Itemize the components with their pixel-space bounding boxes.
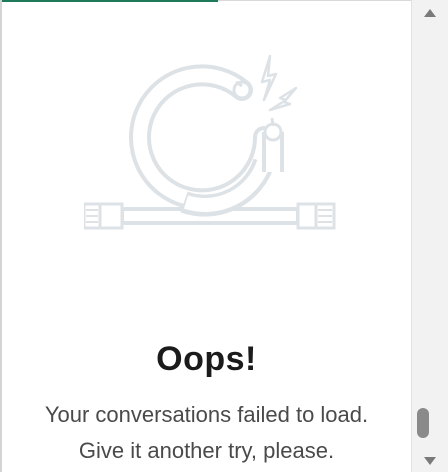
spark-2 [268, 86, 298, 112]
scroll-thumb[interactable] [417, 408, 429, 438]
wire-bottom [270, 117, 275, 127]
spark-1 [260, 54, 278, 102]
broken-end-bottom [263, 122, 283, 142]
vertical-scrollbar[interactable] [411, 0, 448, 472]
error-state: Oops! Your conversations failed to load.… [2, 0, 411, 472]
scroll-down-button[interactable] [412, 450, 448, 472]
scroll-up-button[interactable] [412, 2, 448, 24]
triangle-down-icon [424, 457, 436, 465]
broken-cable-icon [84, 54, 336, 230]
error-title: Oops! [156, 340, 257, 378]
triangle-up-icon [424, 9, 436, 17]
conversations-panel: Oops! Your conversations failed to load.… [0, 0, 448, 472]
error-message-line-2: Give it another try, please. [78, 438, 335, 463]
error-message-line-1: Your conversations failed to load. [44, 402, 369, 427]
